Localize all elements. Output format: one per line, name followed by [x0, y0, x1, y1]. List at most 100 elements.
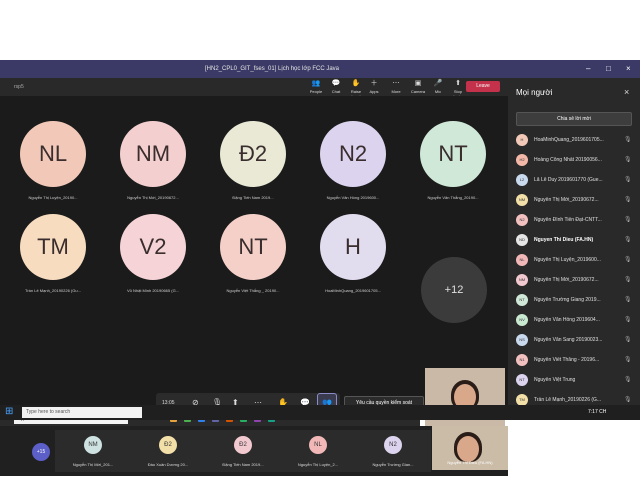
toolbar-chat-button[interactable]: 💬 Chat: [326, 79, 346, 94]
participant-tile[interactable]: Đ2 Đặng Tiến Nam 2019...: [203, 119, 303, 215]
toolbar-camera-button[interactable]: ▣ Camera: [408, 79, 428, 94]
participant-name: Trần Lê Mạnh_20190226 (G...: [534, 397, 602, 403]
participant-name: Trần Lê Mạnh_20190226 (Gu...: [25, 288, 81, 293]
participant-tile-small[interactable]: NL Nguyễn Thị Luyện_2...: [280, 430, 356, 472]
more-participants-button[interactable]: +12: [421, 257, 487, 323]
taskbar-search[interactable]: Type here to search: [22, 407, 142, 418]
participant-list-item[interactable]: H HoaMinhQuang_2019601705... 🎙: [508, 130, 640, 150]
participant-name: Nguyễn Đình Tiến Đạt-CNTT...: [534, 217, 602, 223]
participant-name: Nguyễn Văn Hồng 2019600...: [326, 195, 380, 200]
participant-tile[interactable]: V2 Vũ Nhật Minh 20190665 (G...: [103, 212, 203, 308]
participant-list-item[interactable]: N2 Nguyễn Đình Tiến Đạt-CNTT... 🎙: [508, 210, 640, 230]
participant-list-item[interactable]: NM Nguyễn Thị Mới_20190672... 🎙: [508, 270, 640, 290]
taskbar-clock: 7:17 CH: [588, 409, 607, 415]
share-invite-button[interactable]: Chia sẻ lời mời: [516, 112, 632, 126]
participant-list-item[interactable]: NT Nguyễn Trường Giang 2019... 🎙: [508, 290, 640, 310]
participant-name: Đặng Tiến Nam 2019...: [232, 195, 274, 200]
participant-name: Nguyễn Thị Luyện_2...: [297, 462, 339, 467]
maximize-button[interactable]: □: [606, 64, 611, 73]
toolbar-label: People: [309, 89, 323, 94]
mic-muted-icon: 🎙: [624, 177, 632, 183]
participant-list-item[interactable]: NT Nguyễn Việt Trung 🎙: [508, 370, 640, 390]
mic-muted-icon: 🎙: [624, 397, 632, 403]
avatar: NT: [220, 214, 286, 280]
avatar: NL: [20, 121, 86, 187]
participant-list-item[interactable]: NS Nguyễn Văn Sang 20190023... 🎙: [508, 330, 640, 350]
participant-tile-small[interactable]: N2 Nguyễn Trường Gian...: [355, 430, 431, 472]
participant-tile-small[interactable]: Đ2 Đào Xuân Dương 20...: [130, 430, 206, 472]
avatar: NT: [516, 374, 528, 386]
mic-muted-icon: 🎙: [624, 337, 632, 343]
avatar: ND: [516, 234, 528, 246]
avatar: H: [516, 134, 528, 146]
toolbar-more-button[interactable]: ⋯ More: [386, 79, 406, 94]
people-panel: Mọi người × Chia sẻ lời mời H HoaMinhQuan…: [508, 78, 640, 416]
more-icon: ⋯: [392, 80, 400, 87]
participant-list-item[interactable]: H2 Hoàng Công Nhất 20190056... 🎙: [508, 150, 640, 170]
mic-muted-icon: 🎙: [624, 157, 632, 163]
mic-icon: 🎤: [433, 80, 443, 87]
participant-list-item[interactable]: NM Nguyễn Thị Mới_20190672... 🎙: [508, 190, 640, 210]
participant-tile[interactable]: TM Trần Lê Mạnh_20190226 (Gu...: [3, 212, 103, 308]
participant-list-item[interactable]: NL Nguyễn Thị Luyện_2019600... 🎙: [508, 250, 640, 270]
meeting-toolbar: rsp5 👥People💬Chat✋Raise hand＋Apps⋯More▣C…: [0, 78, 508, 99]
participant-tile[interactable]: NT Nguyễn Văn Thắng_20190...: [403, 119, 503, 215]
mic-muted-icon: 🎙: [624, 257, 632, 263]
camera-icon: ▣: [414, 80, 422, 87]
chat-icon: 💬: [331, 80, 341, 87]
close-icon[interactable]: ×: [624, 87, 629, 97]
participant-name: Nguyễn Thị Mới_201...: [72, 462, 114, 467]
windows-taskbar: ⊞ Type here to search 7:17 CH: [0, 405, 640, 420]
participant-name: HoaMinhQuang_2019601705...: [325, 288, 381, 293]
avatar: NL: [516, 254, 528, 266]
participant-tile[interactable]: H HoaMinhQuang_2019601705...: [303, 212, 403, 308]
avatar: H: [320, 214, 386, 280]
leave-button[interactable]: Leave: [466, 81, 500, 92]
mic-muted-icon: 🎙: [624, 297, 632, 303]
avatar: NT: [516, 294, 528, 306]
participant-name: HoaMinhQuang_2019601705...: [534, 137, 604, 143]
desktop: [HN2_CPL0_GIT_fses_01] Lịch học lớp FCC …: [0, 0, 640, 480]
participant-tile-small[interactable]: Đ2 Đặng Tiến Nam 2019...: [205, 430, 281, 472]
avatar: Đ2: [220, 121, 286, 187]
participant-name: Hoàng Công Nhất 20190056...: [534, 157, 602, 163]
close-button[interactable]: ×: [626, 64, 631, 73]
people-icon: 👥: [311, 80, 321, 87]
avatar: TM: [20, 214, 86, 280]
participant-tile[interactable]: NM Nguyễn Thị Mới_20190672...: [103, 119, 203, 215]
avatar: NV: [516, 314, 528, 326]
toolbar-apps-button[interactable]: ＋ Apps: [364, 79, 384, 94]
minimize-button[interactable]: –: [586, 64, 590, 73]
participant-list-item[interactable]: L2 Lã Lê Duy 2019601770 (Gue... 🎙: [508, 170, 640, 190]
toolbar-people-button[interactable]: 👥 People: [306, 79, 326, 94]
participant-tile[interactable]: N2 Nguyễn Văn Hồng 2019600...: [303, 119, 403, 215]
participant-name: Đặng Tiến Nam 2019...: [222, 462, 264, 467]
participant-tile[interactable]: NT Nguyễn Việt Thắng _ 20190...: [203, 212, 303, 308]
participant-name: Nguyễn Việt Trung: [534, 377, 576, 383]
windows-start-icon[interactable]: ⊞: [5, 406, 13, 417]
avatar: V2: [120, 214, 186, 280]
avatar: N2: [516, 214, 528, 226]
participant-tile-small[interactable]: NM Nguyễn Thị Mới_201...: [55, 430, 131, 472]
self-name: Nguyễn Thị Dieu (FA.HN): [447, 460, 493, 465]
participant-list-item[interactable]: NV Nguyễn Văn Hồng 2019604... 🎙: [508, 310, 640, 330]
participant-list-item[interactable]: ND Nguyen Thi Dieu (FA.HN) 🎙: [508, 230, 640, 250]
mic-muted-icon: 🎙: [624, 277, 632, 283]
mic-muted-icon: 🎙: [624, 317, 632, 323]
toolbar-mic-button[interactable]: 🎤 Mic: [428, 79, 448, 94]
toolbar-label: Mic: [434, 89, 442, 94]
avatar: L2: [516, 174, 528, 186]
participant-name: Nguyễn Văn Hồng 2019604...: [534, 317, 600, 323]
participant-list-item[interactable]: N1 Nguyễn Viết Thắng - 20196... 🎙: [508, 350, 640, 370]
participant-name: Nguyễn Thị Luyện_2019600...: [534, 257, 601, 263]
share-icon: ⬆: [455, 80, 461, 87]
participant-name: Nguyễn Thị Mới_20190672...: [534, 277, 599, 283]
overflow-count: +15: [32, 443, 50, 461]
participant-name: Nguyễn Việt Thắng _ 20190...: [226, 288, 280, 293]
avatar: NT: [420, 121, 486, 187]
mic-muted-icon: 🎙: [624, 237, 632, 243]
participant-tile[interactable]: NL Nguyễn Thị Luyện_20190...: [3, 119, 103, 215]
teams-window: [HN2_CPL0_GIT_fses_01] Lịch học lớp FCC …: [0, 60, 640, 476]
participant-name: Nguyen Thi Dieu (FA.HN): [534, 237, 594, 243]
avatar: N2: [384, 436, 402, 454]
